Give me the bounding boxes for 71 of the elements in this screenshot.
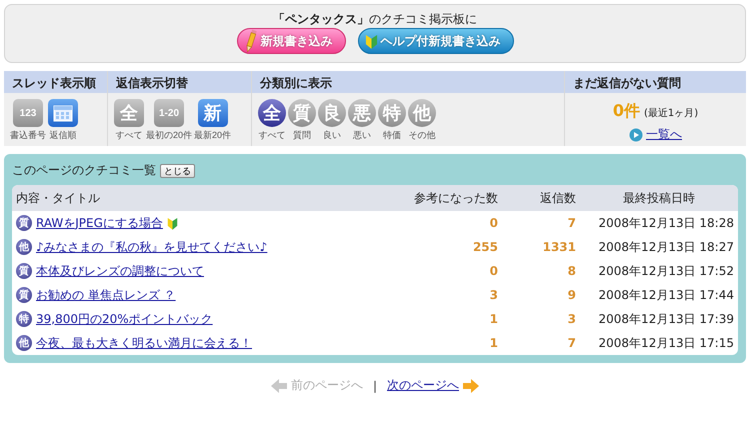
last-post-date: 2008年12月13日 18:28 [598,214,735,232]
filter-option[interactable]: 悪 悪い [348,99,376,142]
filter-group-heading: 分類別に表示 [252,71,564,93]
helpful-count: 0 [488,215,499,232]
reply-count: 8 [566,263,577,280]
filter-option[interactable]: 全 すべて [114,99,144,142]
filter-option-icon: 悪 [348,99,376,127]
filter-option-icon: 1-20 [154,99,184,127]
column-header: 内容・タイトル [12,185,374,211]
filter-option[interactable]: 良 良い [318,99,346,142]
filter-option[interactable]: 全 すべて [258,99,286,142]
filter-option-icon: 他 [408,99,436,127]
column-header: 返信数 [502,185,580,211]
thread-title-link[interactable]: お勧めの 単焦点レンズ ？ [36,286,176,304]
filter-option[interactable]: 他 その他 [408,99,436,142]
filter-option-icon: 良 [318,99,346,127]
period-note: (最近1ヶ月) [644,106,698,120]
thread-title-link[interactable]: 39,800円の20%ポイントバック [36,310,213,328]
reply-count: 7 [566,215,577,232]
filter-option[interactable]: 1-20 最初の20件 [146,99,192,142]
category-badge: 質 [16,287,32,303]
filter-group-heading: まだ返信がない質問 [565,71,746,93]
filter-option[interactable]: 質 質問 [288,99,316,142]
filter-option[interactable]: 123 書込番号 [10,99,46,142]
category-badge: 他 [16,239,32,255]
last-post-date: 2008年12月13日 17:52 [598,262,735,280]
list-link[interactable]: 一覧へ [629,126,682,143]
reply-count: 3 [566,311,577,328]
category-badge: 質 [16,215,32,231]
filter-option-icon: 全 [114,99,144,127]
filter-option-icon: 特 [378,99,406,127]
last-post-date: 2008年12月13日 17:44 [598,286,735,304]
list-title: このページのクチコミ一覧 [12,162,156,179]
reply-count: 1331 [542,239,577,256]
last-post-date: 2008年12月13日 18:27 [598,238,735,256]
category-badge: 特 [16,311,32,327]
reply-count: 7 [566,335,577,352]
thread-title-link[interactable]: 本体及びレンズの調整について [36,262,204,280]
filter-option-icon: 新 [198,99,228,127]
helpful-count: 0 [488,263,499,280]
thread-title-link[interactable]: 今夜、最も大きく明るい満月に会える！ [36,334,252,352]
separator: | [372,378,378,392]
unanswered-count: 0件 [612,101,640,122]
arrow-icon [462,378,480,394]
column-header: 最終投稿日時 [580,185,738,211]
helpful-count: 1 [488,311,499,328]
last-post-date: 2008年12月13日 17:39 [598,310,735,328]
helpful-count: 3 [488,287,499,304]
category-badge: 他 [16,335,32,351]
column-header: 参考になった数 [374,185,502,211]
board-title: 「ペンタックス」のクチコミ掲示板に [273,11,477,28]
last-post-date: 2008年12月13日 17:15 [598,334,735,352]
category-badge: 質 [16,263,32,279]
filter-option-icon: 質 [288,99,316,127]
reply-count: 9 [566,287,577,304]
filter-option[interactable]: 特 特価 [378,99,406,142]
filter-group-heading: 返信表示切替 [108,71,251,93]
thread-title-link[interactable]: RAWをJPEGにする場合 [36,214,163,232]
filter-option[interactable]: 新 最新20件 [194,99,232,142]
arrow-icon [270,378,288,394]
helpful-count: 255 [472,239,499,256]
close-button[interactable]: とじる [160,164,195,178]
thread-title-link[interactable]: ♪みなさまの『私の秋』を見せてください♪ [36,238,268,256]
filter-option[interactable]: 返信順 [48,99,78,142]
play-circle-icon [629,128,643,142]
next-page-link[interactable]: 次のページへ [387,377,480,394]
filter-group-heading: スレッド表示順 [4,71,107,93]
pencil-icon [244,29,258,53]
filter-option-icon: 123 [13,99,43,127]
helpful-count: 1 [488,335,499,352]
filter-option-icon: 全 [258,99,286,127]
